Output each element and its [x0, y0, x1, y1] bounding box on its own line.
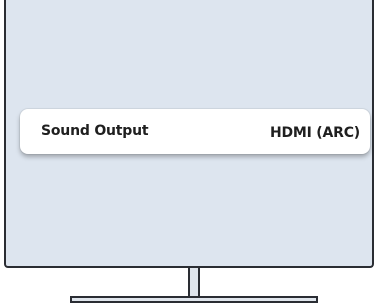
- sound-output-value: HDMI (ARC): [269, 125, 360, 141]
- sound-output-setting-row[interactable]: Sound Output HDMI (ARC): [20, 109, 370, 154]
- tv-screen: Sound Output HDMI (ARC): [4, 0, 374, 268]
- sound-output-label: Sound Output: [41, 123, 149, 139]
- tv-stand-base: [70, 296, 318, 303]
- tv-stand-neck: [188, 268, 200, 298]
